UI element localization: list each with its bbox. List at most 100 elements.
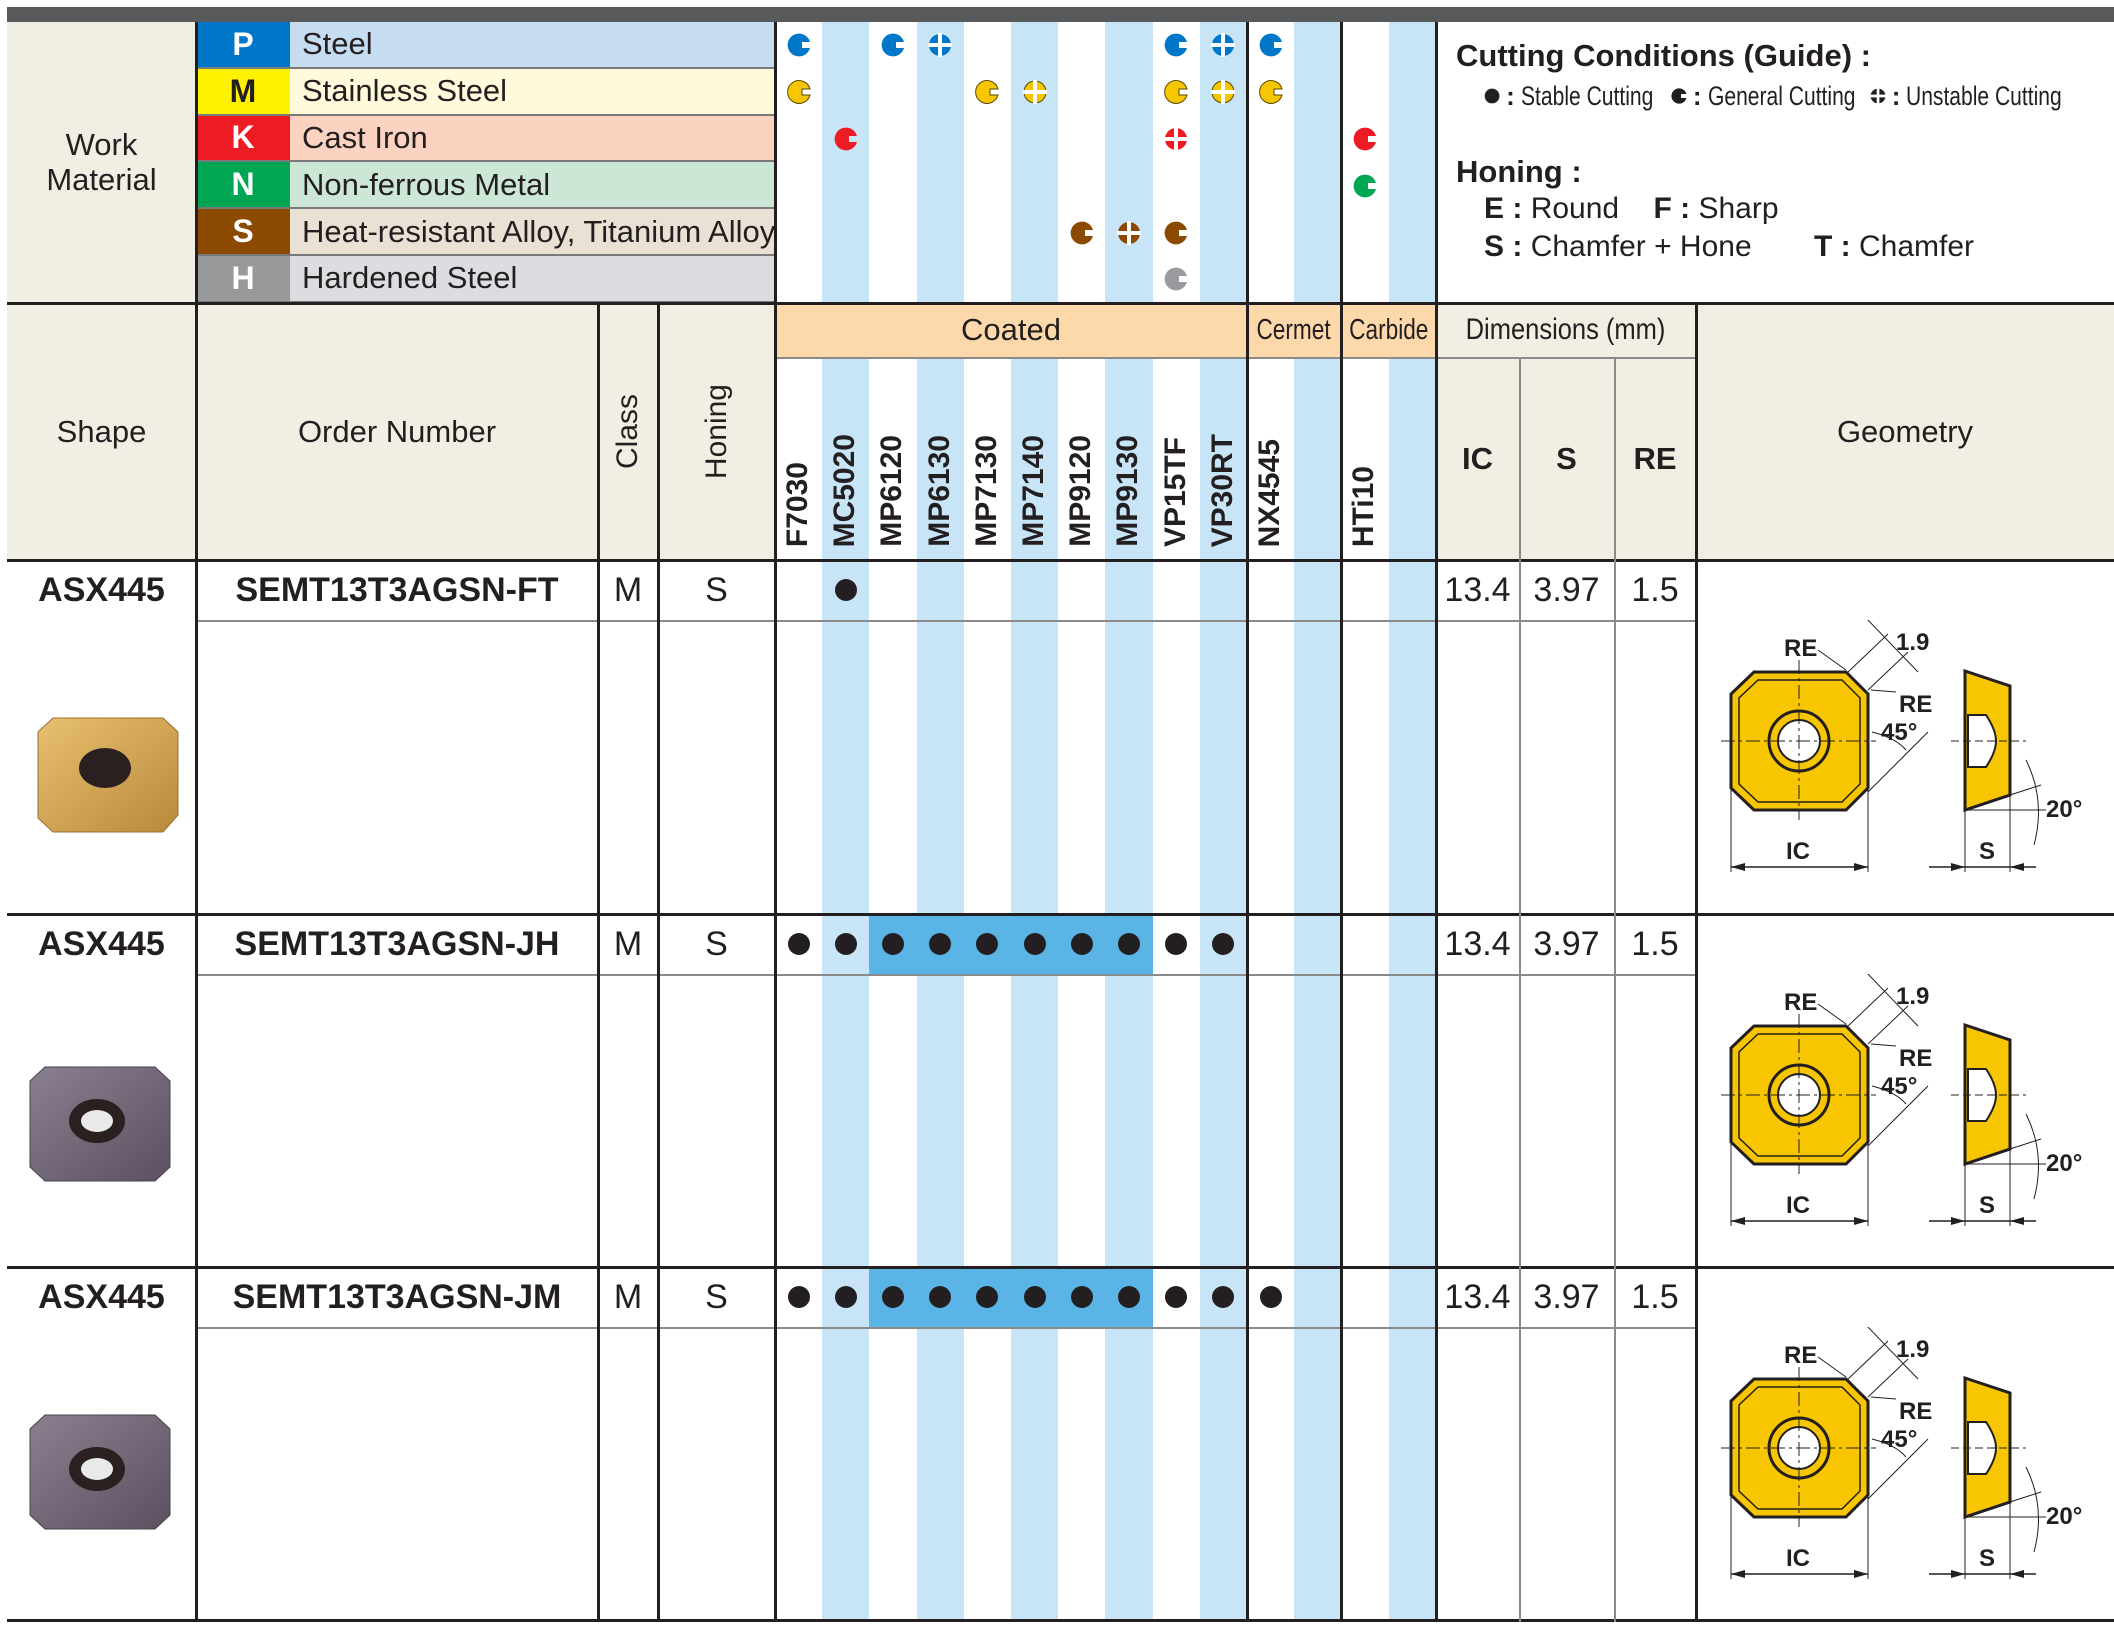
general-cutting-icon (786, 80, 811, 105)
header-cermet: Cermet (1247, 303, 1341, 357)
grade-label-cell: NX4545 (1247, 357, 1294, 547)
material-name: Stainless Steel (290, 68, 775, 116)
grade-label-cell: F7030 (775, 357, 822, 547)
ic-value: 13.4 (1444, 924, 1511, 963)
material-name: Heat-resistant Alloy, Titanium Alloy (290, 209, 775, 256)
general-cutting-icon (1259, 33, 1282, 57)
material-code-H: H (196, 256, 290, 303)
grade-label-cell: VP15TF (1153, 357, 1200, 547)
stable-cutting-icon (1484, 88, 1500, 104)
header-honing: Honing (699, 383, 733, 480)
header-carbide: Carbide (1341, 303, 1436, 357)
honing-value: S (705, 570, 728, 609)
header-coated: Coated (775, 303, 1247, 357)
grade-column-stripe (1294, 357, 1342, 1622)
geometry-re-label: RE (1899, 1045, 1932, 1072)
geometry-20-label: 20° (2046, 796, 2082, 823)
general-cutting-icon (834, 127, 857, 151)
stable-cutting-icon (1259, 1286, 1282, 1308)
insert-photo (25, 1407, 175, 1542)
grade-label-cell: HTi10 (1341, 357, 1388, 547)
geometry-ic-label: IC (1786, 1545, 1810, 1572)
honing-e: Round (1530, 192, 1620, 225)
grade-label: MP9130 (1111, 435, 1145, 547)
geometry-s-label: S (1979, 838, 1995, 865)
material-name: Hardened Steel (290, 256, 775, 303)
divider (7, 1619, 2114, 1622)
stable-cutting-icon (1212, 1286, 1235, 1308)
geometry-45-label: 45° (1881, 1426, 1917, 1453)
grade-label-cell: MP9120 (1058, 357, 1105, 547)
honing-f: Sharp (1698, 192, 1779, 225)
stable-cutting-icon (976, 1286, 999, 1308)
stable-cutting-icon (1118, 933, 1140, 955)
order-number[interactable]: SEMT13T3AGSN-JH (196, 914, 598, 974)
stable-cutting-icon (1118, 1286, 1140, 1308)
grade-column-stripe (1058, 22, 1106, 303)
grade-column-stripe (916, 22, 964, 303)
legend-general: General Cutting (1707, 80, 1856, 111)
header-s: S (1519, 357, 1614, 560)
divider (196, 974, 1696, 976)
geometry-45-label: 45° (1881, 1073, 1917, 1100)
divider (775, 357, 1696, 359)
material-code-P: P (196, 22, 290, 69)
order-number[interactable]: SEMT13T3AGSN-FT (196, 560, 598, 620)
class-value: M (613, 570, 643, 609)
grade-column-stripe (963, 22, 1011, 303)
unstable-cutting-icon (1117, 220, 1141, 245)
s-value: 3.97 (1533, 570, 1600, 609)
header-class: Class (611, 393, 644, 469)
class-value: M (613, 924, 643, 963)
stable-cutting-icon (1212, 933, 1235, 955)
legend-stable: Stable Cutting (1520, 80, 1654, 111)
divider (195, 303, 198, 1622)
stable-cutting-icon (929, 1286, 952, 1308)
divider (195, 22, 198, 303)
insert-geometry-drawing: RE 1.9 RE 45° 20° IC S (1721, 1327, 2082, 1579)
stable-cutting-icon (976, 933, 999, 955)
s-value: 3.97 (1533, 924, 1600, 963)
stable-cutting-icon (1070, 933, 1093, 955)
work-material-label: Work Material (7, 22, 196, 303)
grade-label: MP6120 (875, 435, 909, 547)
grade-column-stripe (1294, 22, 1342, 303)
grade-label-cell: MP7140 (1011, 357, 1058, 547)
general-cutting-icon (1164, 33, 1188, 57)
divider (657, 303, 660, 1622)
divider (7, 1266, 2114, 1269)
unstable-cutting-icon (928, 33, 953, 58)
grade-label-cell: MP9130 (1105, 357, 1152, 547)
geometry-chamfer-label: 1.9 (1896, 1336, 1929, 1363)
honing-title: Honing : (1456, 154, 1582, 189)
grade-label: VP30RT (1205, 433, 1239, 547)
general-cutting-icon (1671, 88, 1687, 104)
stable-cutting-icon (787, 933, 810, 955)
header-honing-cell: Honing (658, 303, 775, 560)
order-number[interactable]: SEMT13T3AGSN-JM (196, 1267, 598, 1327)
geometry-re-label: RE (1784, 989, 1817, 1016)
divider (7, 302, 2114, 305)
recommended-highlight (869, 916, 1153, 974)
divider (597, 303, 600, 1622)
grade-column-stripe (775, 22, 823, 303)
material-name: Cast Iron (290, 115, 775, 163)
geometry-ic-label: IC (1786, 1192, 1810, 1219)
grade-label: MP7130 (969, 435, 1003, 547)
general-cutting-icon (975, 80, 1000, 105)
header-dimensions: Dimensions (mm) (1436, 303, 1696, 357)
re-value: 1.5 (1631, 570, 1679, 609)
divider (1695, 303, 1698, 1622)
grade-label: MC5020 (828, 433, 862, 547)
geometry-re-label: RE (1899, 691, 1932, 718)
divider (1435, 303, 1438, 1622)
header-geometry: Geometry (1696, 303, 2114, 560)
grade-column-stripe (1388, 357, 1436, 1622)
divider (196, 1327, 1696, 1329)
geometry-s-label: S (1979, 1545, 1995, 1572)
material-name: Non-ferrous Metal (290, 162, 775, 210)
geometry-re-label: RE (1784, 635, 1817, 662)
honing-value: S (705, 1277, 728, 1316)
stable-cutting-icon (1023, 933, 1046, 955)
stable-cutting-icon (1070, 1286, 1093, 1308)
